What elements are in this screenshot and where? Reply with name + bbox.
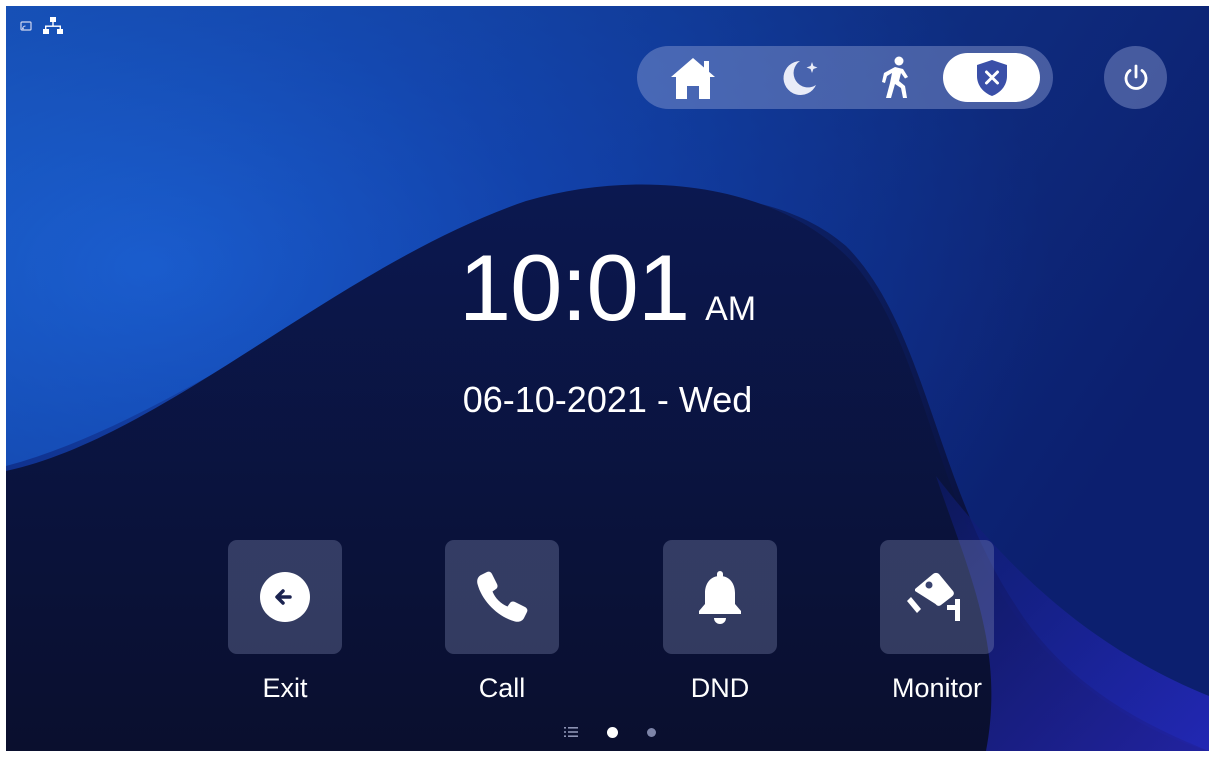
status-bar xyxy=(20,16,64,36)
date-label: 06-10-2021 - Wed xyxy=(462,379,753,420)
dnd-button[interactable] xyxy=(663,540,777,654)
page-dot-1[interactable] xyxy=(607,727,618,738)
clock-ampm: AM xyxy=(705,290,757,328)
call-button[interactable] xyxy=(445,540,559,654)
arming-mode-switcher xyxy=(637,46,1053,109)
exit-button[interactable] xyxy=(228,540,342,654)
exit-action[interactable]: Exit xyxy=(228,540,342,705)
clock: 10:01 AM xyxy=(6,228,1209,348)
night-mode-button[interactable] xyxy=(765,53,833,102)
page-dot-2[interactable] xyxy=(647,728,656,737)
monitor-button[interactable] xyxy=(880,540,994,654)
network-icon xyxy=(43,17,63,34)
call-label: Call xyxy=(478,673,526,703)
monitor-label: Monitor xyxy=(891,673,983,703)
power-icon xyxy=(1124,64,1147,90)
walking-person-icon xyxy=(882,56,908,98)
monitor-action[interactable]: Monitor xyxy=(880,540,994,705)
dnd-action[interactable]: DND xyxy=(663,540,777,705)
away-mode-button[interactable] xyxy=(861,53,929,102)
home-screen: 10:01 AM 06-10-2021 - Wed Exit Call DND … xyxy=(6,6,1209,751)
disarm-mode-button[interactable] xyxy=(943,53,1040,102)
shield-x-icon xyxy=(976,59,1007,96)
clock-time: 10:01 xyxy=(458,235,690,340)
bell-icon xyxy=(699,571,741,624)
power-button[interactable] xyxy=(1104,46,1167,109)
list-icon[interactable] xyxy=(564,726,578,738)
home-mode-button[interactable] xyxy=(659,53,727,102)
cast-icon xyxy=(20,21,32,31)
exit-label: Exit xyxy=(262,673,308,703)
exit-arrow-icon xyxy=(260,572,310,622)
phone-icon xyxy=(477,571,528,622)
camera-icon xyxy=(907,572,960,621)
dnd-label: DND xyxy=(690,673,750,703)
moon-icon xyxy=(783,60,818,95)
home-icon xyxy=(671,57,715,99)
call-action[interactable]: Call xyxy=(445,540,559,705)
